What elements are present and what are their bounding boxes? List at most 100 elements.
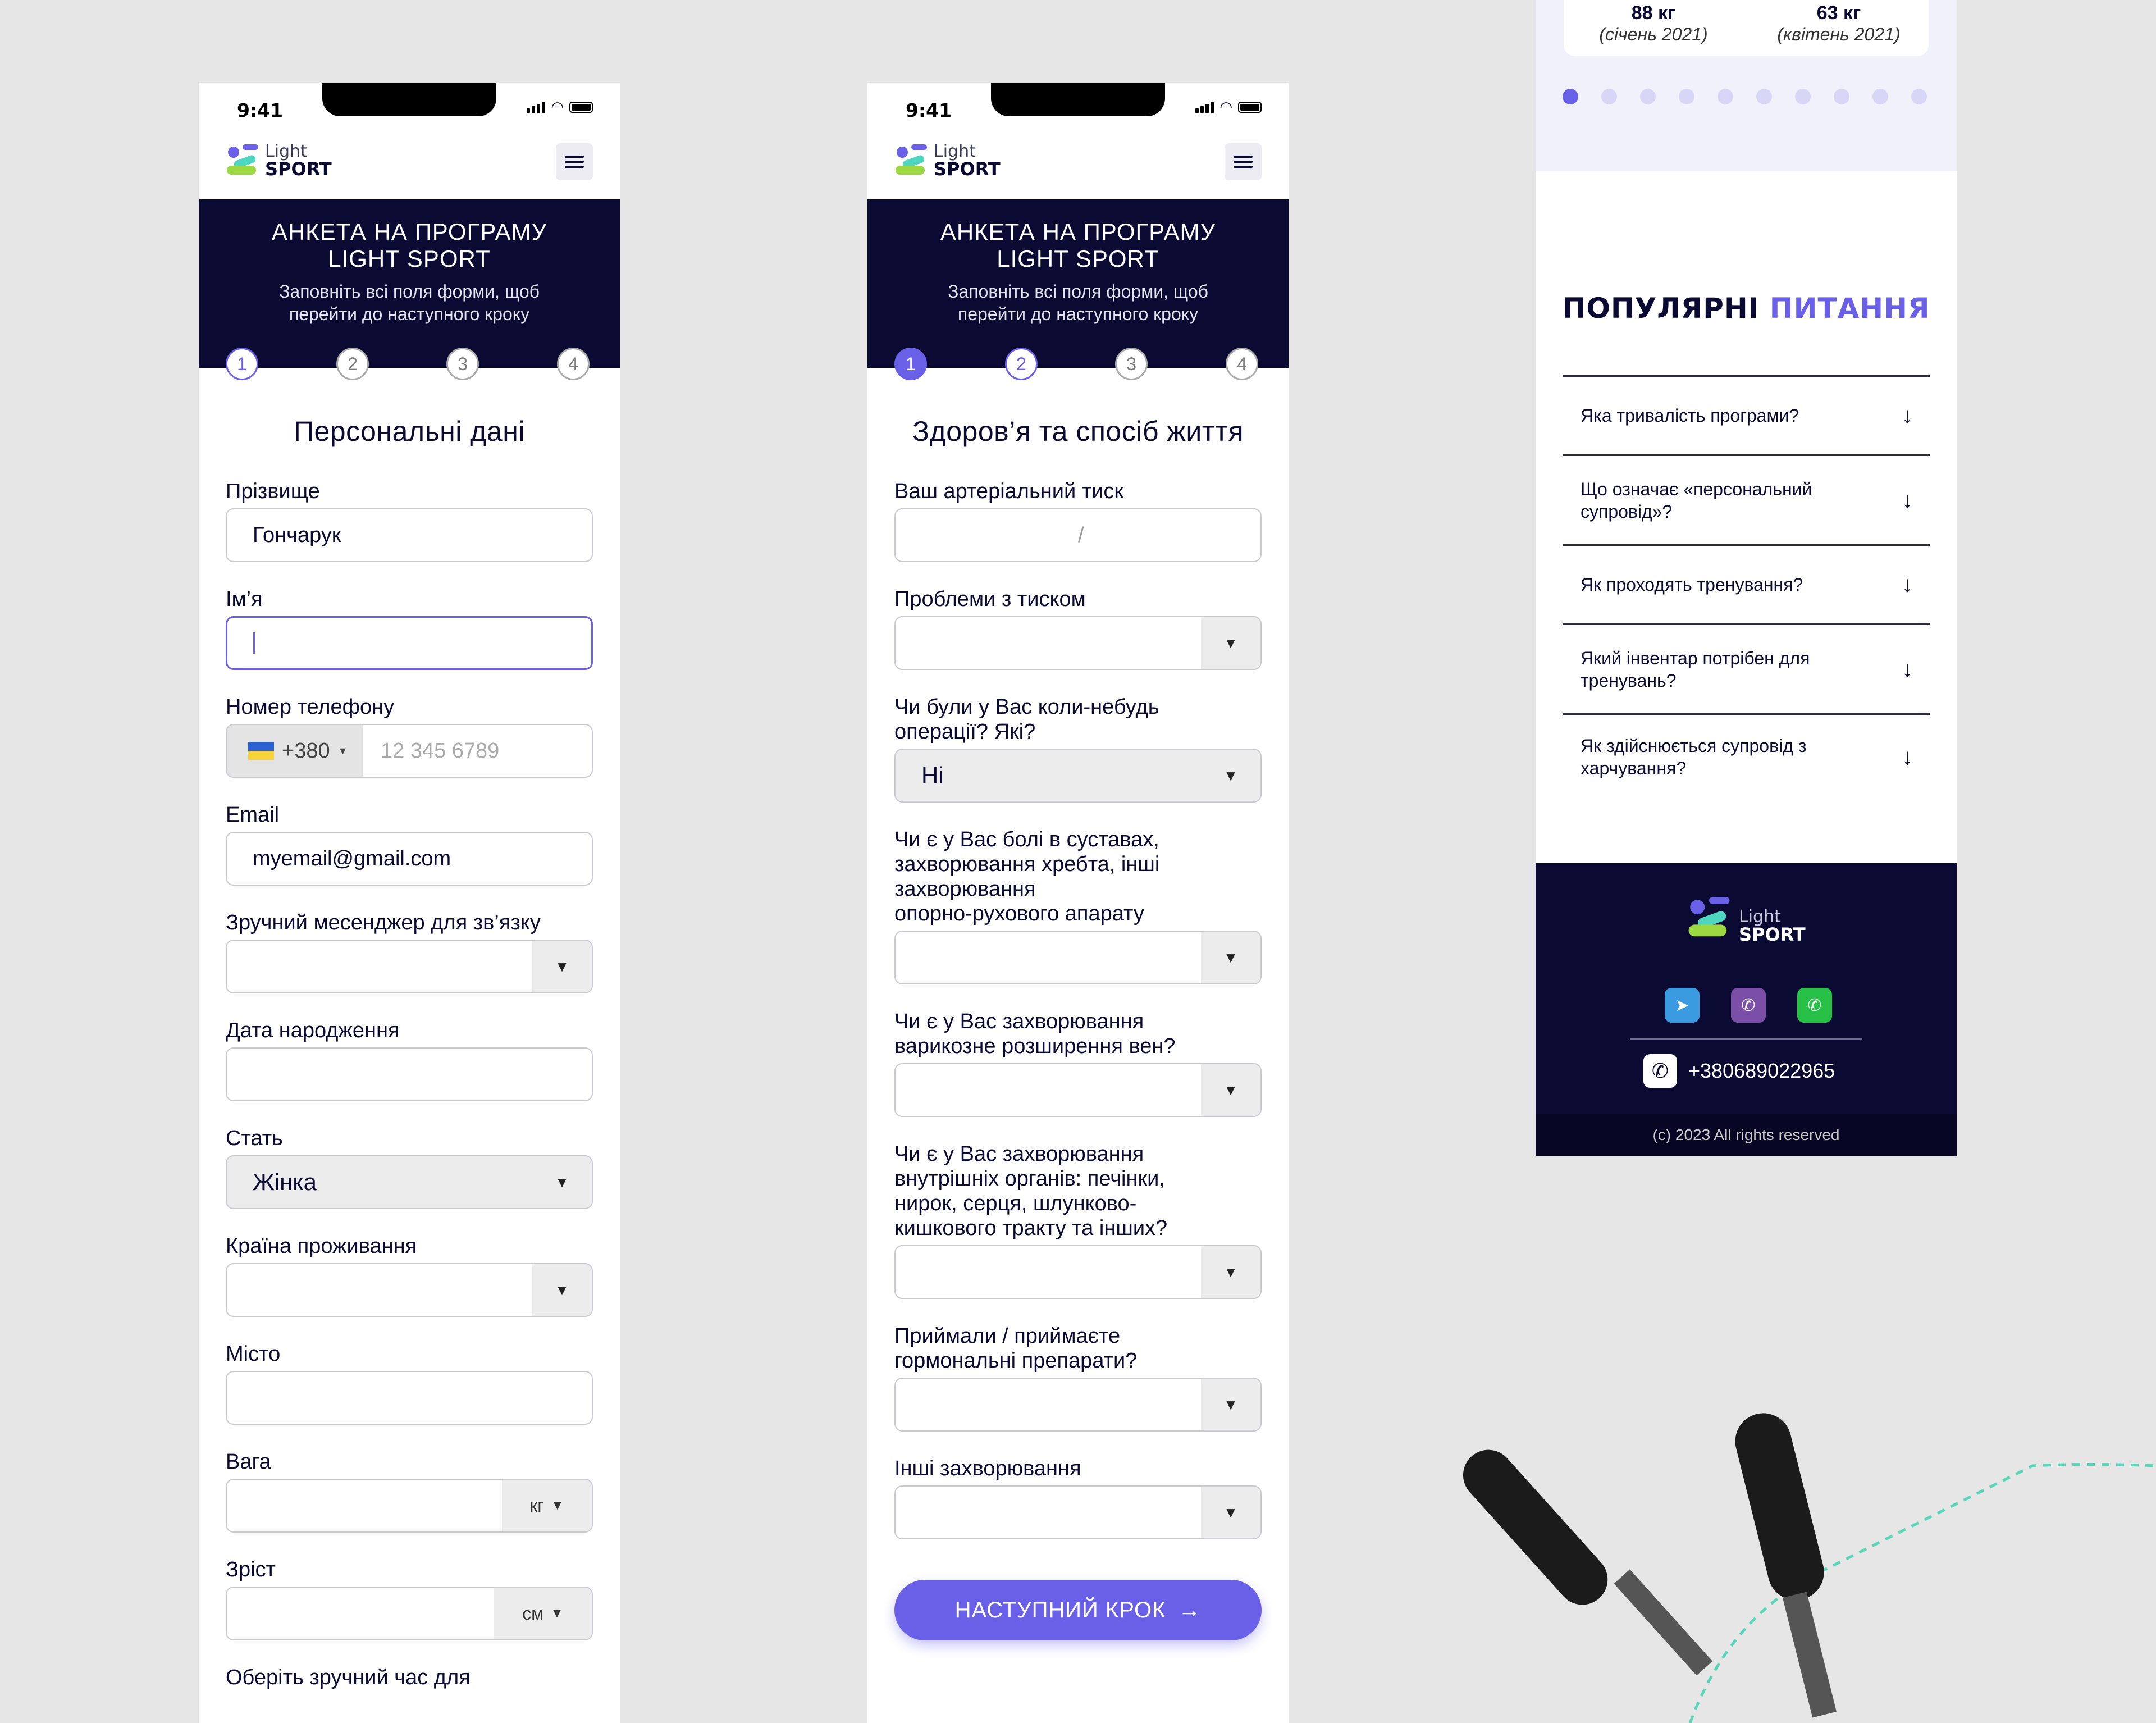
pressure-label: Ваш артеріальний тиск xyxy=(894,480,1123,503)
carousel-dot[interactable] xyxy=(1601,89,1617,104)
wifi-icon: ◠ xyxy=(1219,99,1232,116)
carousel-dot[interactable] xyxy=(1795,89,1811,104)
whatsapp-icon[interactable]: ✆ xyxy=(1797,988,1832,1023)
logo-text-sport: SPORT xyxy=(1739,924,1806,945)
faq-item[interactable]: Як здійснюється супровід з харчування? ↓ xyxy=(1563,715,1930,799)
joints-label: Чи є у Вас болі в суставах, захворювання … xyxy=(894,828,1160,926)
step-4[interactable]: 4 xyxy=(557,348,590,380)
preferred-time-label: Оберіть зручний час для xyxy=(226,1666,471,1689)
results-card: 88 кг (січень 2021) 63 кг (квітень 2021) xyxy=(1564,0,1929,56)
email-label: Email xyxy=(226,803,280,827)
organs-label: Чи є у Вас захворювання внутрішніх органі… xyxy=(894,1142,1168,1240)
veins-select[interactable]: ▼ xyxy=(894,1063,1262,1117)
logo[interactable]: Light SPORT xyxy=(894,143,1001,178)
operations-select[interactable]: Ні ▼ xyxy=(894,749,1262,803)
height-input[interactable]: см ▼ xyxy=(226,1587,593,1640)
city-input[interactable] xyxy=(226,1371,593,1425)
logo[interactable]: Light SPORT xyxy=(226,143,332,178)
step-1[interactable]: 1 xyxy=(226,348,258,380)
arrow-down-icon: ↓ xyxy=(1902,572,1913,597)
step-4[interactable]: 4 xyxy=(1226,348,1258,380)
chevron-down-icon[interactable]: ▼ xyxy=(1201,617,1260,669)
carousel-dot[interactable] xyxy=(1872,89,1888,104)
surname-input[interactable]: Гончарук xyxy=(226,508,593,562)
viber-icon[interactable]: ✆ xyxy=(1731,988,1766,1023)
carousel-dot[interactable] xyxy=(1756,89,1772,104)
footer-phone-link[interactable]: ✆ +380689022965 xyxy=(1643,1054,1835,1088)
weight-unit-select[interactable]: кг ▼ xyxy=(502,1480,592,1531)
carousel-dot[interactable] xyxy=(1834,89,1849,104)
chevron-down-icon[interactable]: ▼ xyxy=(532,1264,592,1316)
next-step-button[interactable]: НАСТУПНИЙ КРОК → xyxy=(894,1580,1262,1640)
step-3[interactable]: 3 xyxy=(446,348,479,380)
footer: Light SPORT ➤ ✆ ✆ ✆ +380689022965 (c) 202… xyxy=(1536,863,1957,1156)
birthdate-input[interactable] xyxy=(226,1047,593,1101)
email-input[interactable]: myemail@gmail.com xyxy=(226,832,593,886)
menu-icon[interactable] xyxy=(1225,143,1262,180)
phone-input[interactable]: +380 ▼ 12 345 6789 xyxy=(226,724,593,778)
form-subtitle-line1: Заповніть всі поля форми, щоб xyxy=(279,281,540,302)
faq-item[interactable]: Який інвентар потрібен для тренувань? ↓ xyxy=(1563,625,1930,715)
status-bar: 9:41 ◠ xyxy=(867,83,1289,138)
chevron-down-icon[interactable]: ▼ xyxy=(1201,1064,1260,1116)
ukraine-flag-icon xyxy=(248,742,274,760)
operations-label: Чи були у Вас коли-небудь операції? Які? xyxy=(894,695,1159,744)
footer-logo[interactable]: Light SPORT xyxy=(1687,897,1806,950)
health-form: Ваш артеріальний тиск / Проблеми з тиско… xyxy=(867,479,1289,1539)
email-value: myemail@gmail.com xyxy=(253,846,451,870)
status-bar: 9:41 ◠ xyxy=(199,83,620,138)
organs-select[interactable]: ▼ xyxy=(894,1245,1262,1299)
hormones-select[interactable]: ▼ xyxy=(894,1378,1262,1432)
stepper: 1 2 3 4 xyxy=(867,348,1289,381)
carousel-dot[interactable] xyxy=(1718,89,1733,104)
height-unit-select[interactable]: см ▼ xyxy=(494,1588,592,1639)
carousel-dot[interactable] xyxy=(1563,89,1578,104)
faq-title: ПОПУЛЯРНІ ПИТАННЯ xyxy=(1562,292,1930,325)
chevron-down-icon[interactable]: ▼ xyxy=(1201,1379,1260,1430)
chevron-down-icon[interactable]: ▼ xyxy=(1201,750,1260,801)
pressure-input[interactable]: / xyxy=(894,508,1262,562)
carousel-dot[interactable] xyxy=(1679,89,1694,104)
logo-text-light: Light xyxy=(1739,907,1781,927)
chevron-down-icon: ▼ xyxy=(550,1498,564,1513)
chevron-down-icon[interactable]: ▼ xyxy=(1201,932,1260,983)
step-3[interactable]: 3 xyxy=(1115,348,1148,380)
step-2[interactable]: 2 xyxy=(1005,348,1038,380)
chevron-down-icon[interactable]: ▼ xyxy=(532,941,592,992)
section-title: Персональні дані xyxy=(294,416,525,447)
results-section: 88 кг (січень 2021) 63 кг (квітень 2021) xyxy=(1536,0,1957,171)
faq-item[interactable]: Яка тривалість програми? ↓ xyxy=(1563,377,1930,456)
name-input[interactable] xyxy=(226,616,593,670)
operations-value: Ні xyxy=(921,762,944,788)
notch xyxy=(322,83,496,116)
arrow-right-icon: → xyxy=(1178,1597,1202,1622)
carousel-dot[interactable] xyxy=(1640,89,1656,104)
surname-label: Прізвище xyxy=(226,480,320,503)
gender-select[interactable]: Жінка ▼ xyxy=(226,1155,593,1209)
pressure-problems-select[interactable]: ▼ xyxy=(894,616,1262,670)
menu-icon[interactable] xyxy=(556,143,593,180)
phone-icon: ✆ xyxy=(1643,1054,1677,1088)
chevron-down-icon[interactable]: ▼ xyxy=(1201,1246,1260,1298)
form-title-line2: LIGHT SPORT xyxy=(328,245,491,272)
status-time: 9:41 xyxy=(237,99,284,121)
messenger-select[interactable]: ▼ xyxy=(226,940,593,993)
logo-mark-icon xyxy=(894,143,930,178)
chevron-down-icon[interactable]: ▼ xyxy=(1201,1487,1260,1538)
faq-item[interactable]: Що означає «персональний супровід»? ↓ xyxy=(1563,456,1930,546)
form-title-line1: АНКЕТА НА ПРОГРАМУ xyxy=(271,218,547,245)
logo-mark-icon xyxy=(226,143,262,178)
faq-item[interactable]: Як проходять тренування? ↓ xyxy=(1563,546,1930,625)
joints-select[interactable]: ▼ xyxy=(894,931,1262,984)
country-select[interactable]: ▼ xyxy=(226,1263,593,1317)
telegram-icon[interactable]: ➤ xyxy=(1665,988,1700,1023)
country-code-select[interactable]: +380 ▼ xyxy=(227,725,363,777)
step-1[interactable]: 1 xyxy=(894,348,927,380)
chevron-down-icon[interactable]: ▼ xyxy=(532,1156,592,1208)
other-diseases-select[interactable]: ▼ xyxy=(894,1485,1262,1539)
carousel-dot[interactable] xyxy=(1911,89,1927,104)
battery-icon xyxy=(1238,102,1262,113)
copyright: (c) 2023 All rights reserved xyxy=(1536,1114,1957,1156)
weight-input[interactable]: кг ▼ xyxy=(226,1479,593,1533)
step-2[interactable]: 2 xyxy=(336,348,369,380)
